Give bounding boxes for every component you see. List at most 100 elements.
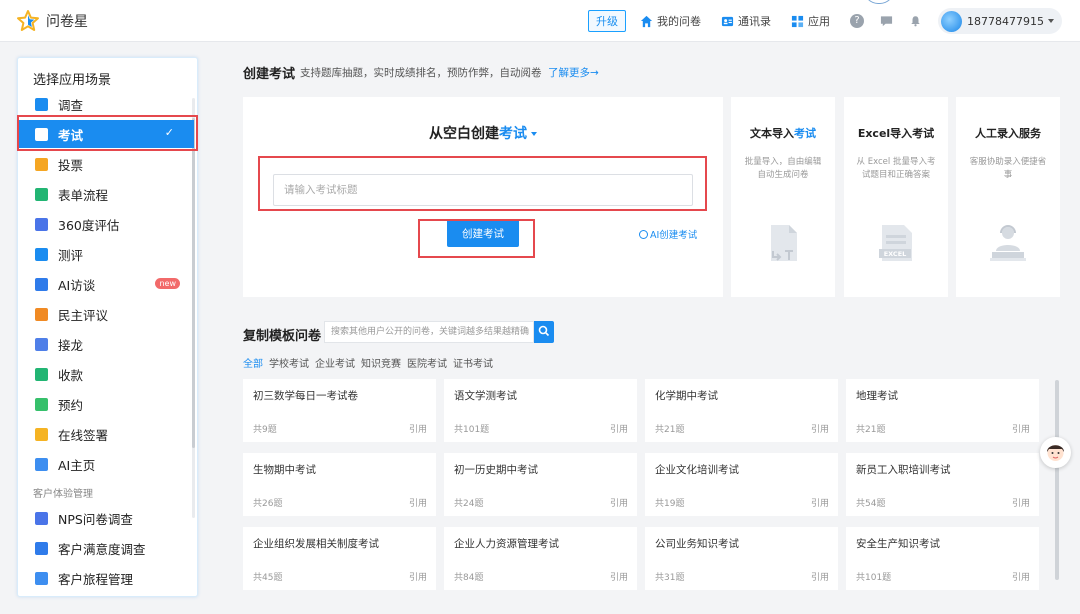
username: 18778477915 <box>967 14 1044 28</box>
text-import-title-suffix: 考试 <box>794 127 816 140</box>
template-search-button[interactable] <box>534 321 554 343</box>
page-scrollbar[interactable] <box>1055 380 1059 580</box>
template-use-link[interactable]: 引用 <box>409 422 427 435</box>
template-question-count: 共26题 <box>253 499 283 509</box>
manual-entry-card[interactable]: 人工录入服务 客服协助录入便捷省事 <box>956 97 1060 297</box>
user-menu[interactable]: 18778477915 <box>938 8 1062 34</box>
template-use-link[interactable]: 引用 <box>610 422 628 435</box>
page-title: 创建考试 <box>243 67 296 82</box>
sidebar-item-4[interactable]: 360度评估 <box>18 210 194 238</box>
sidebar-item-3[interactable]: 表单流程 <box>18 180 194 208</box>
sidebar-item-10[interactable]: 预约 <box>18 390 194 418</box>
template-category-tabs: 全部 学校考试 企业考试 知识竞赛 医院考试 证书考试 <box>243 355 499 370</box>
service-icon <box>990 225 1026 261</box>
app-logo[interactable]: 问卷星 <box>16 9 88 33</box>
excel-import-title: Excel导入考试 <box>857 127 935 140</box>
top-nav: 升级 我的问卷 通讯录 应用 ? 18778477915 <box>588 8 1062 34</box>
scene-icon <box>35 511 48 525</box>
nav-apps-label: 应用 <box>808 15 831 28</box>
template-use-link[interactable]: 引用 <box>1012 496 1030 509</box>
template-card[interactable]: 化学期中考试 共21题 引用 <box>645 379 838 442</box>
highlight-box-create-button <box>418 219 535 258</box>
template-card[interactable]: 新员工入职培训考试 共54题 引用 <box>846 453 1039 516</box>
template-category-tab[interactable]: 全部 <box>243 355 263 370</box>
message-icon[interactable] <box>880 15 893 27</box>
sidebar-item-6[interactable]: AI访谈 new <box>18 270 194 298</box>
template-category-tab[interactable]: 学校考试 <box>269 355 309 370</box>
chevron-down-icon[interactable] <box>531 132 537 136</box>
svg-text:EXCEL: EXCEL <box>884 250 907 258</box>
sidebar-item-0[interactable]: 调查 <box>18 90 194 118</box>
sidebar-item-label: 投票 <box>58 157 84 173</box>
sidebar-item-12[interactable]: AI主页 <box>18 450 194 478</box>
sidebar-item-8[interactable]: 接龙 <box>18 330 194 358</box>
template-use-link[interactable]: 引用 <box>1012 570 1030 583</box>
scene-icon <box>35 397 48 411</box>
bell-icon[interactable] <box>909 15 922 27</box>
sidebar-item-7[interactable]: 民主评议 <box>18 300 194 328</box>
template-search-input[interactable] <box>324 321 534 343</box>
sidebar-cx-item-0[interactable]: NPS问卷调查 <box>18 504 194 532</box>
template-card[interactable]: 企业组织发展相关制度考试 共45题 引用 <box>243 527 436 590</box>
sidebar-item-11[interactable]: 在线签署 <box>18 420 194 448</box>
ai-icon <box>639 229 648 239</box>
scene-icon <box>35 307 48 321</box>
template-category-tab[interactable]: 医院考试 <box>407 355 447 370</box>
template-category-tab[interactable]: 证书考试 <box>453 355 493 370</box>
sidebar-item-5[interactable]: 测评 <box>18 240 194 268</box>
template-card[interactable]: 公司业务知识考试 共31题 引用 <box>645 527 838 590</box>
template-card[interactable]: 地理考试 共21题 引用 <box>846 379 1039 442</box>
template-use-link[interactable]: 引用 <box>409 570 427 583</box>
chevron-down-icon <box>1048 19 1054 23</box>
template-name: 语文学测考试 <box>454 390 517 402</box>
scene-icon <box>35 541 48 555</box>
template-question-count: 共19题 <box>655 499 685 509</box>
exam-type-selector[interactable]: 考试 <box>499 126 527 142</box>
templates-title: 复制模板问卷 <box>243 329 322 344</box>
sidebar-section-cx: 客户体验管理 <box>33 489 93 500</box>
template-category-tab[interactable]: 企业考试 <box>315 355 355 370</box>
apps-grid-icon <box>791 15 804 27</box>
template-card[interactable]: 生物期中考试 共26题 引用 <box>243 453 436 516</box>
sidebar-item-label: 在线签署 <box>58 427 109 443</box>
template-use-link[interactable]: 引用 <box>811 570 829 583</box>
template-card[interactable]: 初一历史期中考试 共24题 引用 <box>444 453 637 516</box>
template-use-link[interactable]: 引用 <box>811 496 829 509</box>
nav-my-surveys[interactable]: 我的问卷 <box>640 13 701 29</box>
template-use-link[interactable]: 引用 <box>610 570 628 583</box>
sidebar-item-label: 360度评估 <box>58 217 120 233</box>
template-category-tab[interactable]: 知识竞赛 <box>361 355 401 370</box>
learn-more-link[interactable]: 了解更多→ <box>548 65 599 80</box>
template-name: 新员工入职培训考试 <box>856 464 951 476</box>
template-use-link[interactable]: 引用 <box>811 422 829 435</box>
template-card[interactable]: 企业文化培训考试 共19题 引用 <box>645 453 838 516</box>
scene-icon <box>35 97 48 111</box>
nav-contacts[interactable]: 通讯录 <box>721 13 771 29</box>
sidebar-cx-item-1[interactable]: 客户满意度调查 <box>18 534 194 562</box>
template-card[interactable]: 初三数学每日一考试卷 共9题 引用 <box>243 379 436 442</box>
create-card-title[interactable]: 从空白创建考试 <box>243 123 723 143</box>
template-use-link[interactable]: 引用 <box>610 496 628 509</box>
scene-icon <box>35 571 48 585</box>
create-card-title-prefix: 从空白创建 <box>429 126 499 142</box>
help-icon[interactable]: ? <box>850 14 865 28</box>
excel-import-card[interactable]: Excel导入考试 从 Excel 批量导入考试题目和正确答案 EXCEL <box>844 97 948 297</box>
ai-create-link[interactable]: AI创建考试 <box>639 227 697 241</box>
template-card[interactable]: 企业人力资源管理考试 共84题 引用 <box>444 527 637 590</box>
nav-my-surveys-label: 我的问卷 <box>657 15 702 28</box>
template-card[interactable]: 安全生产知识考试 共101题 引用 <box>846 527 1039 590</box>
template-use-link[interactable]: 引用 <box>409 496 427 509</box>
template-card[interactable]: 语文学测考试 共101题 引用 <box>444 379 637 442</box>
text-import-card[interactable]: 文本导入考试 批量导入，自由编辑自动生成问卷 <box>731 97 835 297</box>
avatar <box>941 10 963 32</box>
assistant-avatar-button[interactable] <box>1040 437 1071 468</box>
sidebar-cx-item-2[interactable]: 客户旅程管理 <box>18 564 194 592</box>
app-name: 问卷星 <box>46 14 88 30</box>
template-name: 化学期中考试 <box>655 390 718 402</box>
sidebar-item-9[interactable]: 收款 <box>18 360 194 388</box>
nav-apps[interactable]: 应用 <box>791 13 830 29</box>
upgrade-button[interactable]: 升级 <box>588 10 627 32</box>
template-use-link[interactable]: 引用 <box>1012 422 1030 435</box>
sidebar-item-2[interactable]: 投票 <box>18 150 194 178</box>
excel-import-desc: 从 Excel 批量导入考试题目和正确答案 <box>856 157 936 180</box>
